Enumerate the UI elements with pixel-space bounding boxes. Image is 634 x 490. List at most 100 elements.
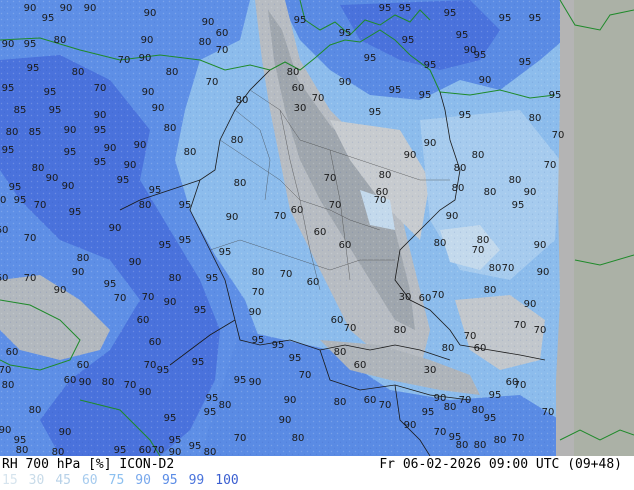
contour-label: 30 [294,103,307,114]
contour-label: 70 [274,211,287,222]
contour-label: 95 [459,110,472,121]
domain-green [574,0,634,456]
contour-label: 70 [124,380,137,391]
contour-label: 95 [114,445,127,456]
contour-label: 95 [104,279,117,290]
contour-label: 70 [502,263,515,274]
contour-label: 80 [32,163,45,174]
valid-time: Fr 06-02-2026 09:00 UTC (09+48) [379,457,622,472]
contour-label: 80 [231,135,244,146]
legend-item-100: 100 [215,473,239,488]
contour-label: 80 [472,405,485,416]
contour-label: 80 [509,175,522,186]
contour-label: 80 [444,402,457,413]
contour-label: 90 [0,425,11,436]
contour-label: 60 [149,337,162,348]
contour-label: 95 [49,105,62,116]
contour-label: 95 [94,125,107,136]
contour-label: 80 [199,37,212,48]
contour-label: 70 [0,365,11,376]
contour-label: 90 [72,267,85,278]
contour-label: 70 [344,323,357,334]
contour-label: 90 [249,377,262,388]
contour-label: 95 [159,240,172,251]
contour-label: 80 [454,163,467,174]
contour-label: 90 [124,160,137,171]
contour-label: 80 [334,347,347,358]
contour-label: 80 [77,253,90,264]
contour-label: 90 [164,297,177,308]
contour-label: 90 [279,415,292,426]
contour-label: 95 [2,83,15,94]
contour-label: 95 [529,13,542,24]
footer: RH 700 hPa [%] ICON-D2 Fr 06-02-2026 09:… [0,456,634,490]
contour-label: 80 [456,440,469,451]
contour-label: 80 [484,187,497,198]
contour-label: 90 [24,3,37,14]
contour-label: 90 [84,3,97,14]
contour-label: 80 [219,400,232,411]
contour-label: 80 [434,238,447,249]
legend-item-95: 95 [161,473,178,488]
contour-label: 70 [374,195,387,206]
contour-label: 70 [432,290,445,301]
contour-label: 95 [512,200,525,211]
contour-label: 90 [479,75,492,86]
contour-label: 90 [339,77,352,88]
contour-label: 60 [354,360,367,371]
contour-label: 80 [166,67,179,78]
contour-label: 60 [77,360,90,371]
contour-label: 70 [329,200,342,211]
contour-label: 90 [139,53,152,64]
contour-label: 70 [512,433,525,444]
contour-label: 95 [294,15,307,26]
contour-label: 30 [399,292,412,303]
contour-label: 95 [444,8,457,19]
contour-label: 90 [404,150,417,161]
contour-label: 70 [542,407,555,418]
contour-label: 80 [442,343,455,354]
contour-label: 90 [534,240,547,251]
contour-label: 80 [236,95,249,106]
contour-label: 90 [2,39,15,50]
contour-label: 70 [459,395,472,406]
contour-label: 95 [117,175,130,186]
contour-label: 90 [109,223,122,234]
contour-label: 70 [280,269,293,280]
contour-label: 60 [314,227,327,238]
contour-label: 80 [29,405,42,416]
contour-label: 80 [292,433,305,444]
contour-label: 60 [339,240,352,251]
contour-label: 95 [272,340,285,351]
contour-label: 95 [42,13,55,24]
contour-label: 80 [184,147,197,158]
contour-label: 95 [179,200,192,211]
contour-label: 95 [219,247,232,258]
contour-label: 60 [331,315,344,326]
contour-label: 60 [139,445,152,456]
contour-label: 70 [142,292,155,303]
contour-label: 80 [169,273,182,284]
contour-label: 95 [399,3,412,14]
contour-label: 60 [291,205,304,216]
contour-label: 80 [394,325,407,336]
contour-label: 90 [169,447,182,456]
contour-label: 80 [6,127,19,138]
contour-label: 80 [139,200,152,211]
contour-label: 80 [379,170,392,181]
legend-item-45: 45 [55,473,71,488]
contour-label: 90 [59,427,72,438]
contour-label: 70 [206,77,219,88]
contour-label: 70 [324,173,337,184]
contour-label: 95 [234,375,247,386]
contour-label: 80 [52,447,65,456]
contour-label: 80 [0,195,6,206]
contour-label: 80 [54,35,67,46]
contour-label: 70 [514,320,527,331]
contour-label: 95 [164,413,177,424]
contour-label: 60 [307,277,320,288]
contour-label: 95 [94,157,107,168]
contour-label: 90 [284,395,297,406]
contour-label: 95 [194,305,207,316]
contour-label: 95 [364,53,377,64]
